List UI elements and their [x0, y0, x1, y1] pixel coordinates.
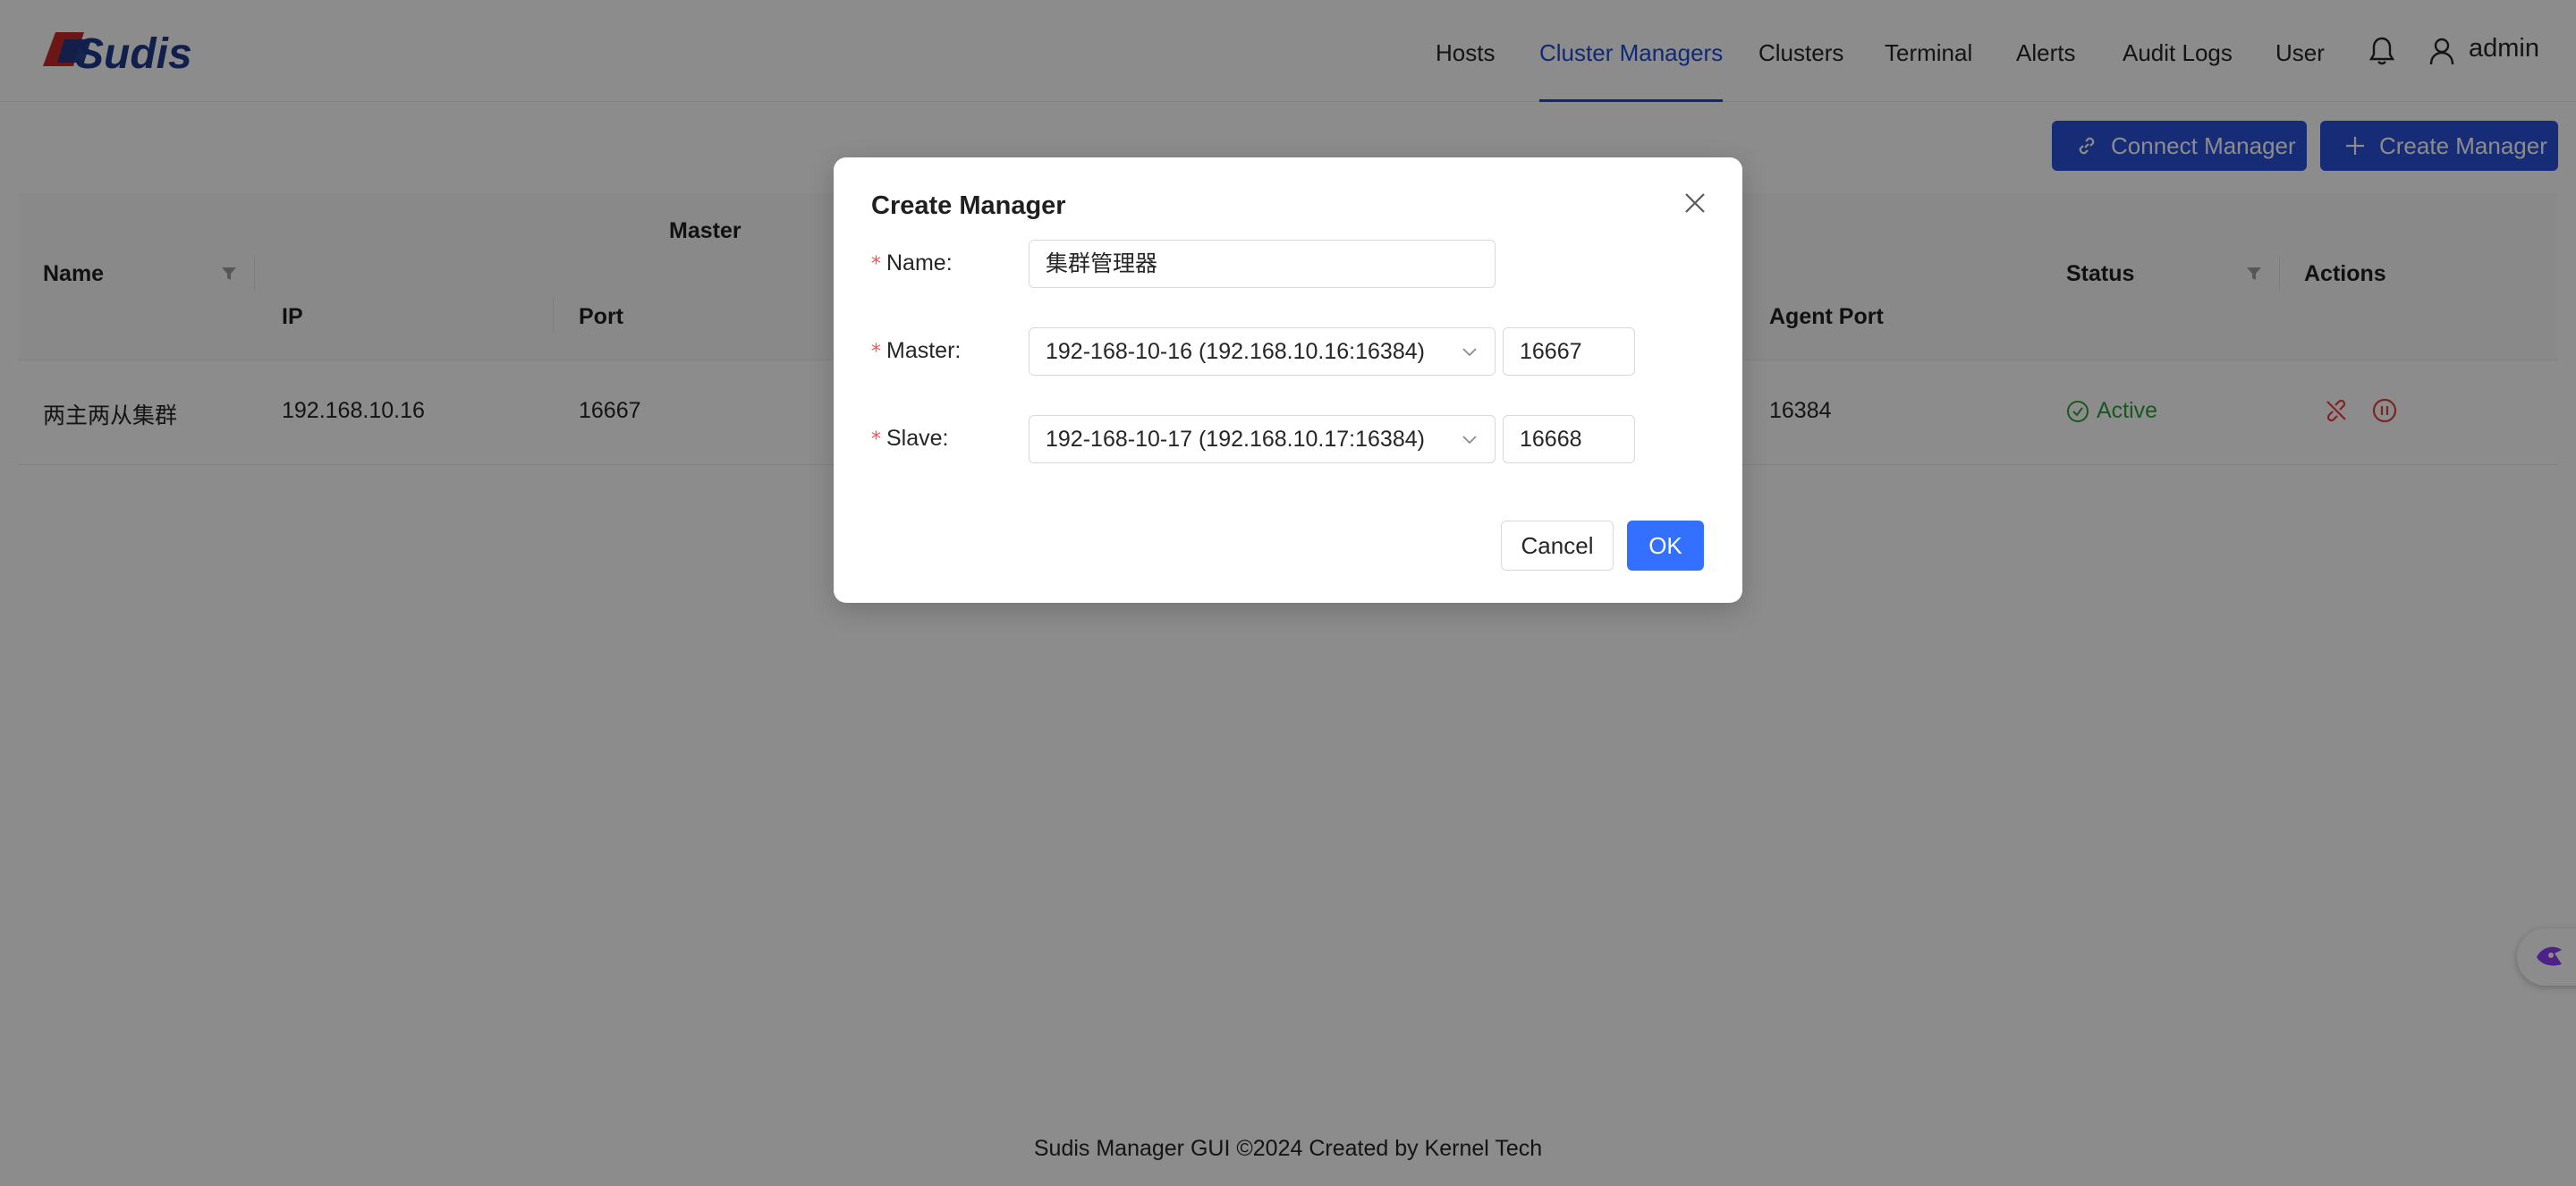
master-select[interactable]: 192-168-10-16 (192.168.10.16:16384) — [1029, 327, 1496, 376]
slave-label-text: Slave — [886, 426, 943, 451]
master-port-input[interactable]: 16667 — [1503, 327, 1635, 376]
name-field-label: * Name: — [871, 250, 953, 275]
close-icon[interactable] — [1683, 191, 1707, 215]
ok-button[interactable]: OK — [1627, 521, 1704, 571]
master-select-value: 192-168-10-16 (192.168.10.16:16384) — [1046, 339, 1425, 364]
slave-select-value: 192-168-10-17 (192.168.10.17:16384) — [1046, 427, 1425, 452]
master-label-text: Master — [886, 338, 955, 363]
cancel-button[interactable]: Cancel — [1501, 521, 1614, 571]
required-mark: * — [871, 253, 881, 275]
chevron-down-icon — [1462, 436, 1477, 445]
name-label-text: Name — [886, 250, 946, 275]
create-manager-dialog: Create Manager * Name: 集群管理器 * Master: 192… — [834, 157, 1742, 603]
slave-field-label: * Slave: — [871, 426, 949, 451]
required-mark: * — [871, 428, 881, 451]
chevron-down-icon — [1462, 348, 1477, 357]
master-field-label: * Master: — [871, 338, 962, 363]
slave-select[interactable]: 192-168-10-17 (192.168.10.17:16384) — [1029, 415, 1496, 463]
slave-port-input[interactable]: 16668 — [1503, 415, 1635, 463]
required-mark: * — [871, 341, 881, 363]
dialog-title: Create Manager — [871, 191, 1066, 220]
name-input[interactable]: 集群管理器 — [1029, 240, 1496, 288]
